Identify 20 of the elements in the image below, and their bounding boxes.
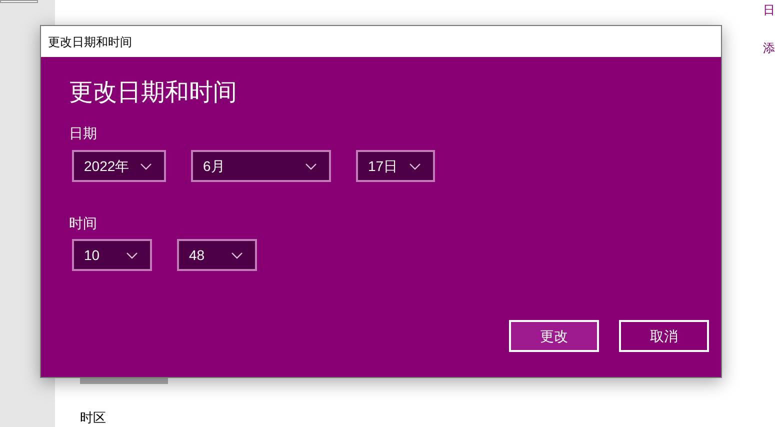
dialog-heading: 更改日期和时间: [69, 78, 237, 108]
time-label: 时间: [69, 214, 97, 232]
dropdown[interactable]: 17日: [356, 150, 435, 182]
sidebar-box: [0, 0, 38, 3]
timezone-label: 时区: [80, 409, 106, 426]
chevron-down-icon: [126, 252, 138, 258]
chevron-down-icon: [409, 162, 421, 170]
dropdown[interactable]: 10: [72, 239, 152, 271]
window-title: 更改日期和时间: [41, 26, 721, 57]
chevron-down-icon: [231, 252, 243, 258]
dropdown[interactable]: 6月: [191, 150, 331, 182]
cancel-button[interactable]: 取消: [619, 320, 709, 352]
date-label: 日期: [69, 124, 97, 142]
chevron-down-icon: [140, 162, 152, 170]
side-link[interactable]: 日: [763, 2, 775, 18]
dropdown[interactable]: 2022年: [72, 150, 166, 182]
change-button[interactable]: 更改: [509, 320, 599, 352]
dropdown[interactable]: 48: [177, 239, 257, 271]
chevron-down-icon: [305, 162, 317, 170]
side-link[interactable]: 添: [763, 40, 775, 56]
